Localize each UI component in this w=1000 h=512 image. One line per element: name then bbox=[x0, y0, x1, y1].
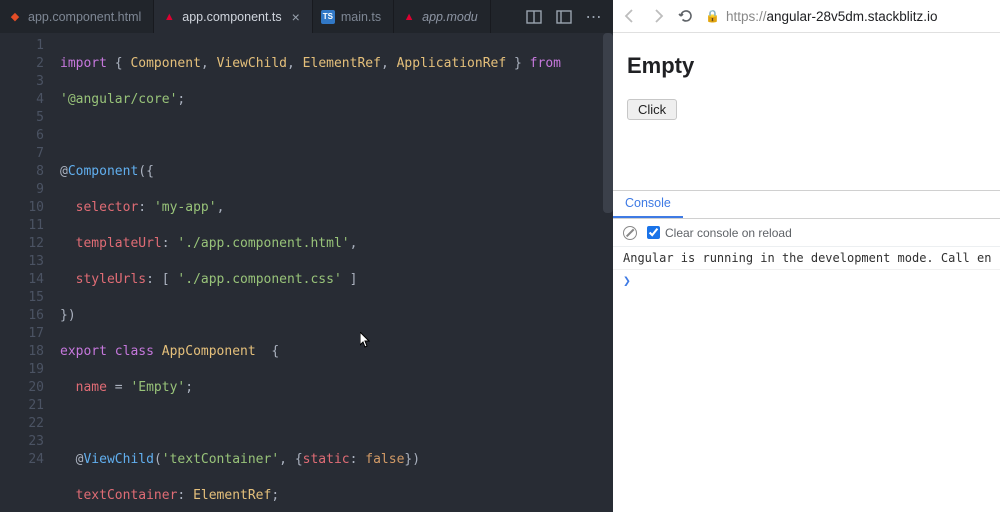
code-content[interactable]: import { Component, ViewChild, ElementRe… bbox=[60, 33, 613, 512]
angular-icon: ▲ bbox=[402, 10, 416, 24]
tab-label: app.component.html bbox=[28, 10, 141, 24]
browser-toolbar: 🔒 https://angular-28v5dm.stackblitz.io bbox=[613, 0, 1000, 33]
line-number: 3 bbox=[0, 73, 60, 91]
line-number: 10 bbox=[0, 199, 60, 217]
editor-pane: ◆ app.component.html ▲ app.component.ts … bbox=[0, 0, 613, 512]
clear-on-reload-checkbox[interactable] bbox=[647, 226, 660, 239]
line-number: 22 bbox=[0, 415, 60, 433]
line-number: 20 bbox=[0, 379, 60, 397]
tab-app-component-html[interactable]: ◆ app.component.html bbox=[0, 0, 154, 33]
vertical-scrollbar[interactable] bbox=[603, 33, 613, 213]
tab-app-module[interactable]: ▲ app.modu bbox=[394, 0, 491, 33]
line-number: 1 bbox=[0, 37, 60, 55]
more-icon[interactable]: ⋯ bbox=[585, 8, 603, 26]
page-heading: Empty bbox=[627, 53, 986, 79]
clear-on-reload-toggle[interactable]: Clear console on reload bbox=[647, 226, 792, 240]
console-prompt[interactable]: ❯ bbox=[613, 270, 1000, 293]
devtools-panel: Console Clear console on reload Angular … bbox=[613, 190, 1000, 512]
line-number: 21 bbox=[0, 397, 60, 415]
line-number: 6 bbox=[0, 127, 60, 145]
url-protocol: https:// bbox=[726, 9, 767, 24]
tab-label: main.ts bbox=[341, 10, 381, 24]
line-number: 13 bbox=[0, 253, 60, 271]
html5-icon: ◆ bbox=[8, 10, 22, 24]
line-number: 8 bbox=[0, 163, 60, 181]
line-number: 9 bbox=[0, 181, 60, 199]
split-icon[interactable] bbox=[525, 8, 543, 26]
close-icon[interactable]: × bbox=[292, 9, 300, 25]
line-number: 2 bbox=[0, 55, 60, 73]
line-gutter: 123456789101112131415161718192021222324 bbox=[0, 33, 60, 512]
clear-console-icon[interactable] bbox=[623, 226, 637, 240]
line-number: 11 bbox=[0, 217, 60, 235]
line-number: 15 bbox=[0, 289, 60, 307]
lock-icon: 🔒 bbox=[705, 9, 720, 23]
line-number: 7 bbox=[0, 145, 60, 163]
tab-label: app.modu bbox=[422, 10, 478, 24]
click-button[interactable]: Click bbox=[627, 99, 677, 120]
url-host: angular-28v5dm.stackblitz.io bbox=[766, 9, 937, 24]
console-toolbar: Clear console on reload bbox=[613, 219, 1000, 247]
layout-icon[interactable] bbox=[555, 8, 573, 26]
code-editor[interactable]: 123456789101112131415161718192021222324 … bbox=[0, 33, 613, 512]
line-number: 18 bbox=[0, 343, 60, 361]
editor-tabs: ◆ app.component.html ▲ app.component.ts … bbox=[0, 0, 613, 33]
preview-pane: 🔒 https://angular-28v5dm.stackblitz.io E… bbox=[613, 0, 1000, 512]
back-button[interactable] bbox=[621, 7, 639, 25]
line-number: 14 bbox=[0, 271, 60, 289]
angular-icon: ▲ bbox=[162, 10, 176, 24]
line-number: 16 bbox=[0, 307, 60, 325]
line-number: 12 bbox=[0, 235, 60, 253]
url-bar[interactable]: 🔒 https://angular-28v5dm.stackblitz.io bbox=[705, 9, 992, 24]
console-log-line: Angular is running in the development mo… bbox=[613, 247, 1000, 270]
line-number: 4 bbox=[0, 91, 60, 109]
tab-app-component-ts[interactable]: ▲ app.component.ts × bbox=[154, 0, 313, 33]
reload-button[interactable] bbox=[677, 7, 695, 25]
line-number: 17 bbox=[0, 325, 60, 343]
browser-body: Empty Click Console Clear console on rel… bbox=[613, 33, 1000, 512]
clear-on-reload-label: Clear console on reload bbox=[665, 226, 792, 240]
devtools-tabs: Console bbox=[613, 191, 1000, 219]
line-number: 23 bbox=[0, 433, 60, 451]
page-content: Empty Click bbox=[613, 33, 1000, 140]
typescript-icon: TS bbox=[321, 10, 335, 24]
line-number: 19 bbox=[0, 361, 60, 379]
tabs-actions: ⋯ bbox=[515, 8, 613, 26]
forward-button[interactable] bbox=[649, 7, 667, 25]
tab-label: app.component.ts bbox=[182, 10, 281, 24]
line-number: 24 bbox=[0, 451, 60, 469]
line-number: 5 bbox=[0, 109, 60, 127]
tab-main-ts[interactable]: TS main.ts bbox=[313, 0, 394, 33]
console-output[interactable]: Angular is running in the development mo… bbox=[613, 247, 1000, 512]
tab-console[interactable]: Console bbox=[613, 190, 683, 218]
